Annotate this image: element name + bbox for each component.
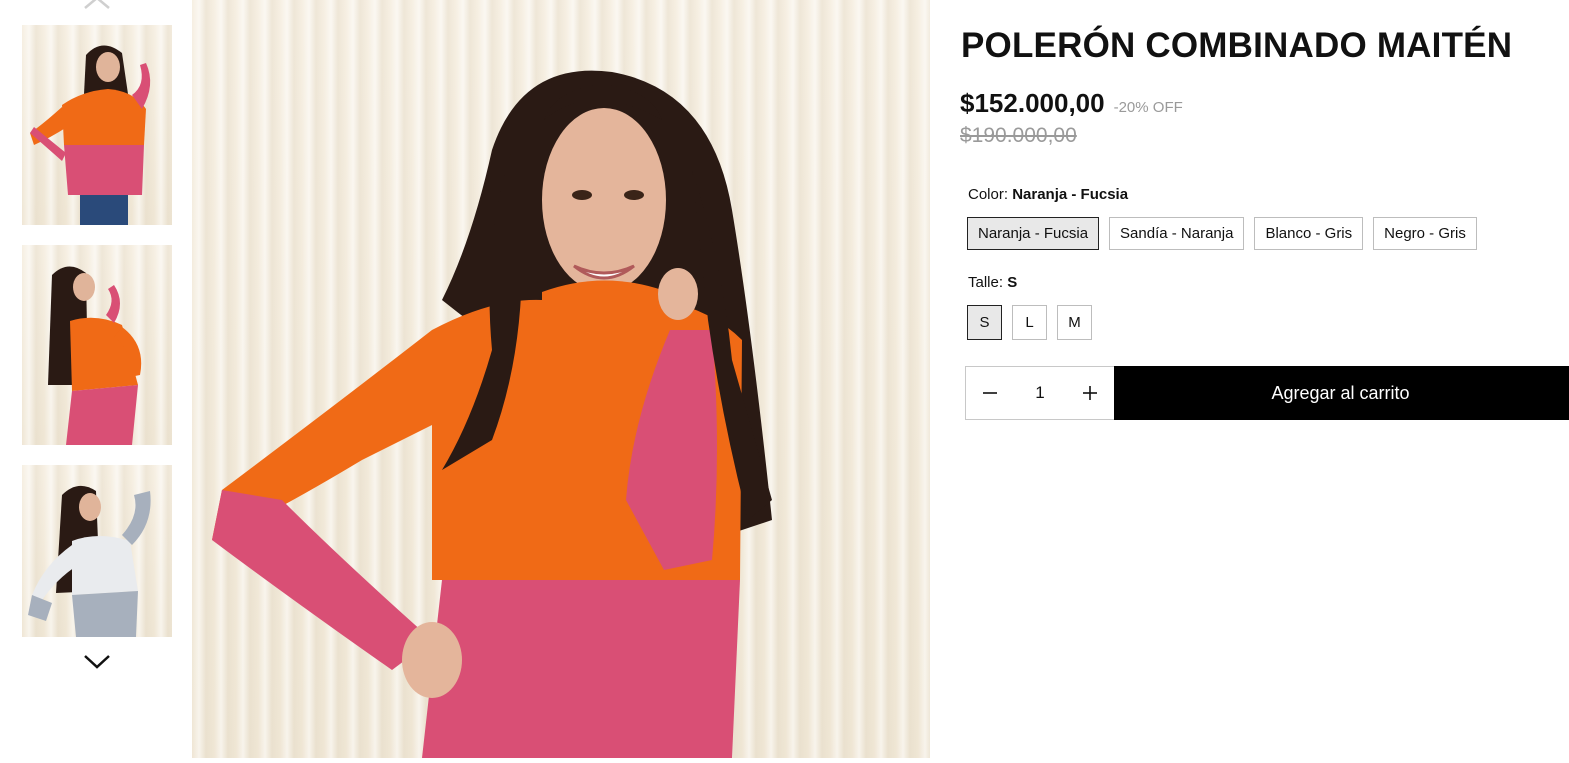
add-to-cart-button[interactable]: Agregar al carrito bbox=[1114, 366, 1569, 420]
color-option-blanco-gris[interactable]: Blanco - Gris bbox=[1254, 217, 1364, 250]
size-options: S L M bbox=[967, 305, 1092, 340]
selected-color: Naranja - Fucsia bbox=[1012, 186, 1129, 203]
thumbnail-1[interactable] bbox=[22, 25, 172, 225]
main-product-image bbox=[192, 0, 930, 758]
size-option-s[interactable]: S bbox=[967, 305, 1002, 340]
color-option-sandia-naranja[interactable]: Sandía - Naranja bbox=[1109, 217, 1245, 250]
price-row: $152.000,00 -20% OFF bbox=[960, 88, 1183, 119]
minus-icon[interactable] bbox=[966, 367, 1014, 419]
chevron-up-icon[interactable] bbox=[83, 0, 111, 10]
plus-icon[interactable] bbox=[1066, 367, 1114, 419]
thumbnail-gallery bbox=[0, 0, 192, 763]
original-price: $190.000,00 bbox=[960, 124, 1077, 147]
chevron-down-icon[interactable] bbox=[83, 653, 111, 671]
size-option-m[interactable]: M bbox=[1057, 305, 1092, 340]
size-label: Talle: S bbox=[968, 274, 1018, 291]
size-option-l[interactable]: L bbox=[1012, 305, 1047, 340]
color-option-naranja-fucsia[interactable]: Naranja - Fucsia bbox=[967, 217, 1100, 250]
color-option-negro-gris[interactable]: Negro - Gris bbox=[1373, 217, 1477, 250]
product-title: POLERÓN COMBINADO MAITÉN bbox=[961, 26, 1513, 65]
quantity-stepper: 1 bbox=[965, 366, 1115, 420]
thumbnail-2[interactable] bbox=[22, 245, 172, 445]
color-options: Naranja - Fucsia Sandía - Naranja Blanco… bbox=[967, 217, 1477, 250]
current-price: $152.000,00 bbox=[960, 88, 1105, 118]
thumbnail-3[interactable] bbox=[22, 465, 172, 637]
color-label: Color: Naranja - Fucsia bbox=[968, 186, 1129, 203]
quantity-value[interactable]: 1 bbox=[1014, 383, 1066, 403]
discount-badge: -20% OFF bbox=[1113, 99, 1183, 116]
selected-size: S bbox=[1007, 274, 1018, 291]
